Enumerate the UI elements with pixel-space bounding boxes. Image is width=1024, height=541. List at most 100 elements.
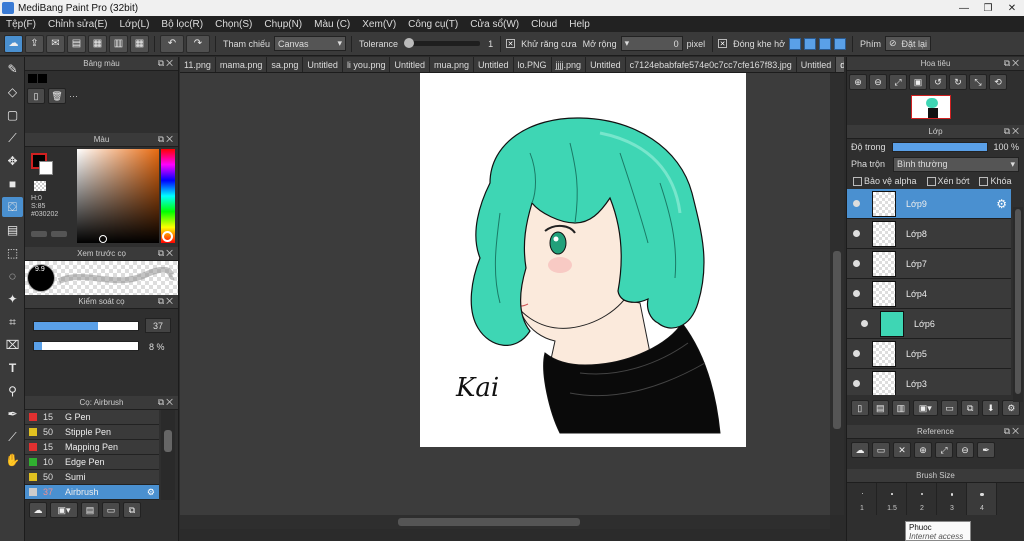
duplicate-brush-icon[interactable]: ⧉: [123, 502, 141, 518]
brush-size-preset[interactable]: 4: [967, 483, 997, 515]
new-8bit-layer-icon[interactable]: ▥: [892, 400, 910, 416]
eraser-tool-icon[interactable]: ◇: [2, 82, 23, 102]
brush-item[interactable]: 10 Edge Pen: [25, 455, 159, 470]
expand-input[interactable]: ▾ 0: [620, 36, 683, 51]
brush-settings-icon[interactable]: ▤: [81, 502, 99, 518]
brush-size-preset[interactable]: 2: [907, 483, 937, 515]
menu-snap[interactable]: Chụp(N): [258, 19, 308, 30]
cloud-upload-icon[interactable]: ☁: [851, 442, 869, 458]
document-tab[interactable]: Untitled: [390, 57, 430, 72]
fit-window-icon[interactable]: ⤡: [969, 74, 987, 90]
actual-size-icon[interactable]: ▣: [909, 74, 927, 90]
brush-size-preset[interactable]: 1.5: [877, 483, 907, 515]
color-picker-button[interactable]: [51, 231, 67, 237]
lasso-tool-icon[interactable]: ◌: [2, 266, 23, 286]
document-tab[interactable]: Untitled: [303, 57, 343, 72]
gap-level-4[interactable]: [834, 37, 847, 50]
eyedropper-icon[interactable]: ✒: [977, 442, 995, 458]
antialias-checkbox[interactable]: ✕: [506, 39, 516, 48]
gap-close-checkbox[interactable]: ✕: [718, 39, 728, 48]
select-eraser-tool-icon[interactable]: ⌧: [2, 335, 23, 355]
zoom-out-icon[interactable]: ⊖: [956, 442, 974, 458]
panel-controls[interactable]: ⧉✕: [1004, 426, 1021, 437]
cloud-icon[interactable]: ☁: [4, 34, 23, 53]
visibility-icon[interactable]: [853, 290, 860, 297]
clipping-checkbox[interactable]: [926, 176, 936, 186]
divide-tool-icon[interactable]: ⚲: [2, 381, 23, 401]
menu-cloud[interactable]: Cloud: [525, 19, 563, 30]
menu-file[interactable]: Tệp(F): [0, 19, 42, 30]
move-tool-icon[interactable]: ✥: [2, 151, 23, 171]
document-tab[interactable]: Untitled: [474, 57, 514, 72]
document-tab[interactable]: mua.png: [430, 57, 475, 72]
canvas-vertical-scrollbar[interactable]: [830, 73, 844, 515]
open-folder-icon[interactable]: ▭: [872, 442, 890, 458]
close-button[interactable]: ✕: [1000, 0, 1024, 16]
menu-layer[interactable]: Lớp(L): [114, 19, 156, 30]
tolerance-slider[interactable]: [404, 38, 481, 48]
canvas-area[interactable]: Kai: [180, 73, 830, 515]
zoom-in-icon[interactable]: ⊕: [849, 74, 867, 90]
new-halftone-layer-icon[interactable]: ▤: [871, 400, 890, 416]
color-picker-cursor[interactable]: [99, 235, 107, 243]
panel-controls[interactable]: ⧉✕: [158, 296, 175, 307]
panel-controls[interactable]: ⧉✕: [1004, 58, 1021, 69]
hue-slider[interactable]: [161, 149, 175, 243]
brush-opacity-slider[interactable]: [33, 341, 139, 351]
undo-icon[interactable]: ↶: [160, 34, 184, 53]
brush-item[interactable]: 50 Sumi: [25, 470, 159, 485]
rotate-left-icon[interactable]: ↺: [929, 74, 947, 90]
add-brush-icon[interactable]: ▣▾: [50, 502, 78, 518]
eyedropper-tool-icon[interactable]: ✒: [2, 404, 23, 424]
palette-swatch[interactable]: [28, 74, 37, 83]
visibility-icon[interactable]: [853, 380, 860, 387]
brush-size-preset[interactable]: 1: [847, 483, 877, 515]
redo-icon[interactable]: ↷: [186, 34, 210, 53]
brush-item[interactable]: 15 G Pen: [25, 410, 159, 425]
reset-rotation-icon[interactable]: ⟲: [989, 74, 1007, 90]
brush-item[interactable]: 37 Airbrush ⚙: [25, 485, 159, 500]
rotate-right-icon[interactable]: ↻: [949, 74, 967, 90]
visibility-icon[interactable]: [853, 260, 860, 267]
bucket-tool-icon[interactable]: ⛋: [2, 197, 23, 217]
document-tab[interactable]: sa.png: [267, 57, 304, 72]
brush-item[interactable]: 50 Stipple Pen: [25, 425, 159, 440]
menu-color[interactable]: Màu (C): [308, 19, 356, 30]
navigator-preview[interactable]: [847, 93, 1024, 121]
fit-icon[interactable]: ⤢: [935, 442, 953, 458]
storyboard-icon[interactable]: ▥: [109, 34, 128, 53]
brush-size-input[interactable]: 37: [145, 318, 171, 333]
zoom-out-icon[interactable]: ⊖: [869, 74, 887, 90]
visibility-icon[interactable]: [861, 320, 868, 327]
dot-tool-icon[interactable]: ⟋: [2, 128, 23, 148]
brush-size-slider[interactable]: [33, 321, 139, 331]
reset-button[interactable]: ⊘ Đặt lại: [885, 36, 932, 51]
menu-window[interactable]: Cửa sổ(W): [464, 19, 525, 30]
document-tab[interactable]: jjjj.png: [552, 57, 587, 72]
brush-list-scrollbar[interactable]: [161, 410, 175, 500]
lock-checkbox[interactable]: [979, 176, 989, 186]
new-palette-icon[interactable]: ▯: [27, 88, 45, 104]
document-tab[interactable]: li you.png: [343, 57, 391, 72]
horizontal-scroll-thumb[interactable]: [398, 518, 580, 526]
chat-icon[interactable]: ▤: [67, 34, 86, 53]
layer-opacity-slider[interactable]: [891, 142, 988, 152]
document-icon[interactable]: ▦: [88, 34, 107, 53]
layer-scrollbar[interactable]: [1013, 207, 1023, 402]
protect-alpha-checkbox[interactable]: [853, 176, 862, 186]
text-tool-icon[interactable]: T: [2, 358, 23, 378]
secondary-color-swatch[interactable]: [39, 161, 53, 175]
saturation-value-picker[interactable]: [77, 149, 159, 243]
menu-edit[interactable]: Chỉnh sửa(E): [42, 19, 114, 30]
gap-level-3[interactable]: [819, 37, 832, 50]
drawing-canvas[interactable]: Kai: [420, 73, 746, 447]
gap-level-2[interactable]: [804, 37, 817, 50]
blend-select[interactable]: Bình thường ▾: [893, 156, 1020, 172]
slider-knob[interactable]: [404, 38, 415, 48]
menu-select[interactable]: Chọn(S): [209, 19, 258, 30]
panel-controls[interactable]: ⧉✕: [1004, 126, 1021, 137]
panel-controls[interactable]: ⧉✕: [158, 58, 175, 69]
palette-swatch[interactable]: [38, 74, 47, 83]
layer-row[interactable]: Lớp5: [847, 339, 1011, 369]
select-tool-icon[interactable]: ⬚: [2, 243, 23, 263]
